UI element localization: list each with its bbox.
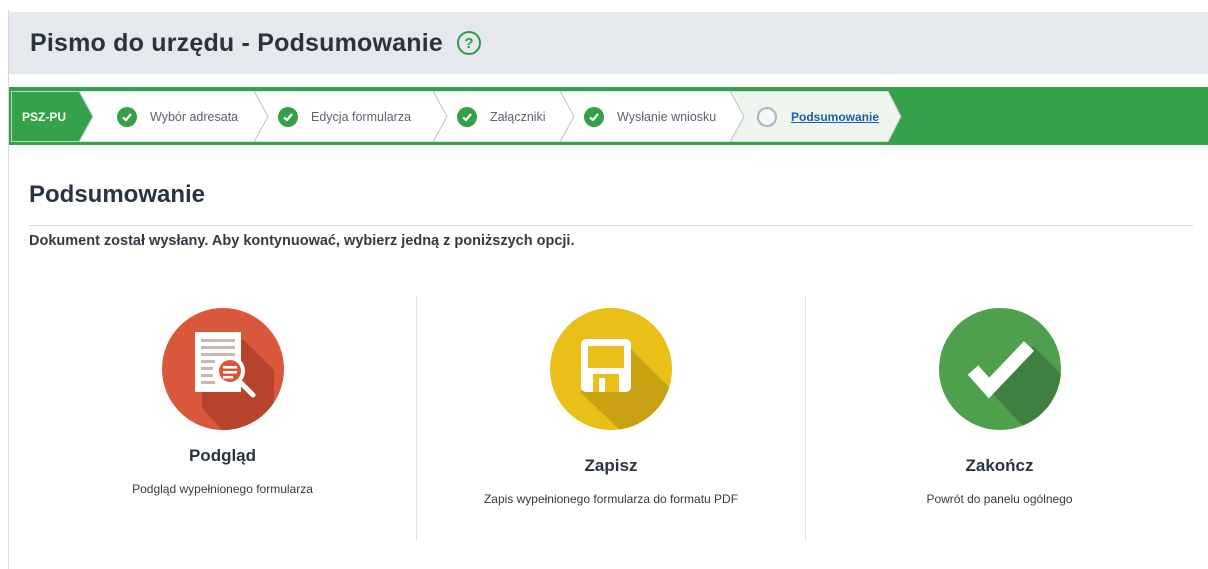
help-icon[interactable]: ?	[456, 31, 481, 55]
pending-circle-icon	[757, 106, 777, 127]
page: Pismo do urzędu - Podsumowanie ? PSZ-PU …	[0, 0, 1208, 569]
step-edycja-formularza[interactable]: Edycja formularza	[254, 91, 449, 142]
page-title: Pismo do urzędu - Podsumowanie	[30, 28, 443, 57]
step-label: Załączniki	[490, 109, 546, 124]
check-icon	[278, 106, 298, 127]
check-icon	[117, 106, 137, 127]
option-description: Podgląd wypełnionego formularza	[132, 482, 313, 496]
option-title: Podgląd	[188, 446, 257, 465]
option-description: Powrót do panelu ogólnego	[926, 492, 1073, 506]
floppy-disk-icon[interactable]	[550, 308, 672, 430]
step-wybor-adresata[interactable]: Wybór adresata	[79, 91, 269, 142]
step-podsumowanie[interactable]: Podsumowanie	[730, 91, 902, 142]
page-header: Pismo do urzędu - Podsumowanie ?	[9, 12, 1208, 74]
option-title: Zapisz	[584, 456, 638, 475]
step-label: Wybór adresata	[150, 109, 239, 124]
document-magnifier-icon[interactable]	[161, 308, 284, 430]
step-zalaczniki[interactable]: Załączniki	[433, 91, 576, 142]
option-title: Zakończ	[965, 456, 1034, 475]
check-icon	[457, 106, 477, 127]
checkmark-icon[interactable]	[938, 308, 1061, 430]
section-divider	[29, 225, 1193, 226]
step-label: Edycja formularza	[311, 109, 412, 124]
check-icon	[584, 106, 604, 127]
step-label: Wysłanie wniosku	[617, 109, 717, 124]
option-zakoncz[interactable]: Zakończ Powrót do panelu ogólnego	[806, 296, 1193, 540]
step-code-label: PSZ-PU	[22, 109, 67, 124]
section-title: Podsumowanie	[29, 181, 206, 208]
option-description: Zapis wypełnionego formularza do formatu…	[483, 492, 739, 506]
step-wyslanie-wniosku[interactable]: Wysłanie wniosku	[560, 91, 746, 142]
instruction-text: Dokument został wysłany. Aby kontynuować…	[29, 233, 575, 249]
step-label-active[interactable]: Podsumowanie	[791, 110, 879, 124]
option-podglad[interactable]: Podgląd Podgląd wypełnionego formularza	[29, 296, 416, 540]
option-zapisz[interactable]: Zapisz Zapis wypełnionego formularza do …	[417, 296, 805, 540]
